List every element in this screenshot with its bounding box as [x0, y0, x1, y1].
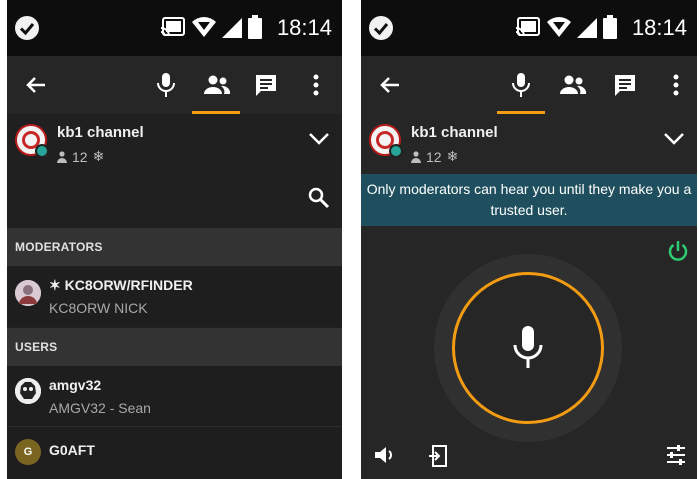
- avatar: [15, 280, 41, 306]
- wifi-icon: [547, 17, 571, 37]
- user-name: ✶ KC8ORW/RFINDER: [49, 277, 193, 293]
- more-vert-icon[interactable]: [659, 68, 693, 102]
- tab-chat[interactable]: [249, 68, 283, 102]
- channel-meta: 12 ❄: [57, 148, 104, 165]
- exit-icon[interactable]: [427, 444, 449, 473]
- signal-icon: [577, 18, 597, 38]
- users-screen: 18:14 kb1 channel 12 ❄ MODERATORS ✶ KC8O…: [7, 0, 342, 479]
- battery-icon: [603, 15, 617, 39]
- talk-screen: 18:14 kb1 channel 12 ❄ Only moderators c…: [361, 0, 697, 479]
- list-item[interactable]: G G0AFT: [7, 427, 342, 479]
- channel-meta: 12 ❄: [411, 148, 458, 165]
- microphone-icon: [513, 326, 543, 368]
- list-item[interactable]: ✶ KC8ORW/RFINDER KC8ORW NICK: [7, 266, 342, 326]
- chevron-down-icon[interactable]: [663, 132, 685, 151]
- wifi-icon: [192, 17, 216, 37]
- user-subtitle: KC8ORW NICK: [49, 300, 148, 316]
- user-count: 12: [426, 148, 442, 165]
- chat-icon: [615, 75, 635, 96]
- toolbar: [361, 56, 697, 114]
- microphone-icon: [157, 73, 175, 97]
- tab-chat[interactable]: [608, 68, 642, 102]
- users-section-header: USERS: [7, 328, 342, 366]
- status-time: 18:14: [276, 15, 332, 40]
- avatar: [15, 378, 41, 404]
- microphone-icon: [512, 73, 530, 97]
- check-circle-icon: [369, 16, 393, 40]
- user-name: G0AFT: [49, 442, 95, 458]
- back-arrow-icon[interactable]: [373, 68, 407, 102]
- check-circle-icon: [15, 16, 39, 40]
- user-name: amgv32: [49, 377, 102, 393]
- person-icon: [411, 150, 421, 163]
- status-bar: 18:14: [7, 0, 342, 56]
- equalizer-icon[interactable]: [665, 444, 687, 471]
- status-icons: [515, 14, 617, 40]
- avatar: G: [15, 439, 41, 465]
- person-icon: [57, 150, 67, 163]
- tab-microphone[interactable]: [504, 68, 538, 102]
- status-time: 18:14: [631, 15, 687, 40]
- power-icon[interactable]: [667, 240, 689, 267]
- moderation-banner: Only moderators can hear you until they …: [361, 174, 697, 226]
- toolbar: [7, 56, 342, 114]
- tab-microphone[interactable]: [149, 68, 183, 102]
- tab-users[interactable]: [556, 68, 590, 102]
- list-item[interactable]: amgv32 AMGV32 - Sean: [7, 366, 342, 426]
- channel-header[interactable]: kb1 channel 12 ❄: [7, 114, 342, 174]
- chat-icon: [256, 75, 276, 96]
- back-arrow-icon[interactable]: [19, 68, 53, 102]
- battery-icon: [248, 15, 262, 39]
- users-icon: [560, 75, 587, 94]
- signal-icon: [222, 18, 242, 38]
- users-icon: [204, 75, 231, 94]
- volume-icon[interactable]: [373, 444, 397, 471]
- cast-icon: [160, 17, 185, 37]
- user-count: 12: [72, 148, 88, 165]
- channel-avatar: [15, 124, 49, 158]
- user-subtitle: AMGV32 - Sean: [49, 400, 151, 416]
- snowflake-icon: ❄: [446, 148, 459, 164]
- moderators-section-header: MODERATORS: [7, 228, 342, 266]
- cast-icon: [515, 17, 540, 37]
- channel-name: kb1 channel: [411, 124, 498, 141]
- channel-header[interactable]: kb1 channel 12 ❄: [361, 114, 697, 174]
- status-icons: [160, 14, 262, 40]
- channel-name: kb1 channel: [57, 124, 144, 141]
- status-bar: 18:14: [361, 0, 697, 56]
- chevron-down-icon[interactable]: [308, 132, 330, 151]
- push-to-talk-button[interactable]: [452, 272, 604, 424]
- more-vert-icon[interactable]: [299, 68, 333, 102]
- search-icon[interactable]: [308, 187, 330, 214]
- channel-avatar: [369, 124, 403, 158]
- tab-users[interactable]: [200, 68, 234, 102]
- snowflake-icon: ❄: [92, 148, 105, 164]
